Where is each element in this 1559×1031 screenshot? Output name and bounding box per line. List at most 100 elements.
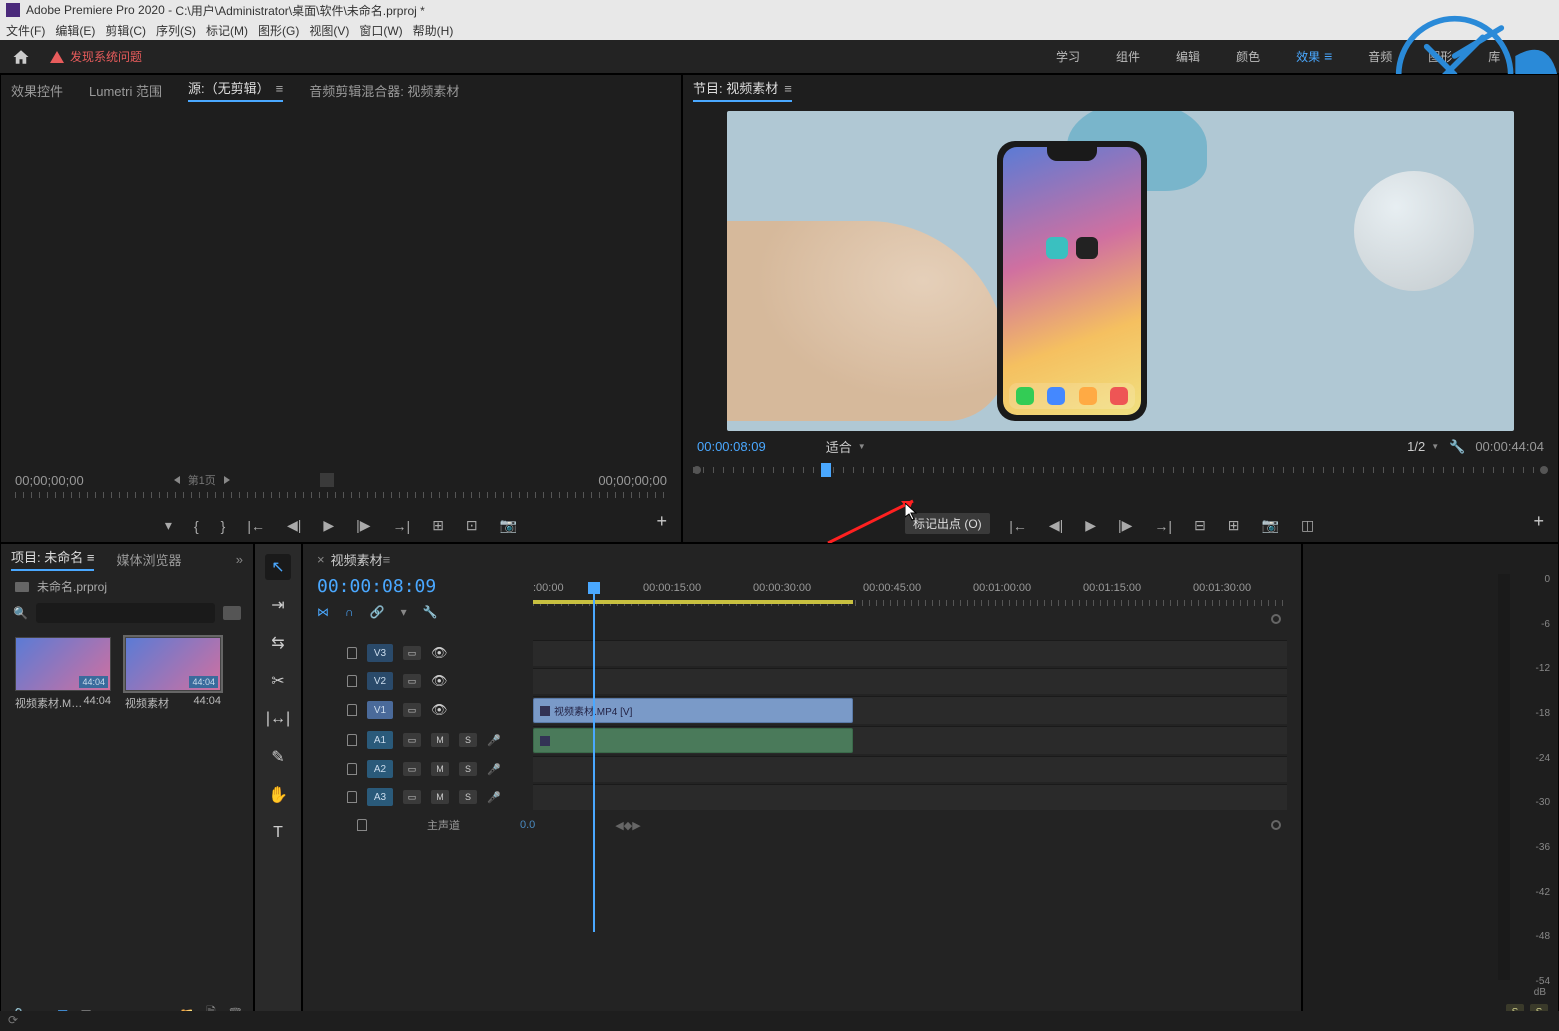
keyframe-icon[interactable]: ◀◆▶	[615, 819, 640, 832]
source-add-button-icon[interactable]: +	[656, 511, 667, 532]
menu-clip[interactable]: 剪辑(C)	[105, 22, 146, 39]
lock-icon[interactable]	[347, 791, 357, 803]
source-scrubber[interactable]	[15, 492, 667, 498]
sync-lock-icon[interactable]: ▭	[403, 703, 421, 717]
eye-icon[interactable]: 👁	[431, 673, 448, 689]
sync-lock-icon[interactable]: ▭	[403, 790, 421, 804]
prog-goto-in-icon[interactable]: |←	[1009, 518, 1027, 534]
menu-help[interactable]: 帮助(H)	[413, 22, 454, 39]
mute-toggle[interactable]: M	[431, 762, 449, 776]
export-frame-icon[interactable]: 📷	[500, 517, 517, 534]
program-add-button-icon[interactable]: +	[1533, 511, 1544, 532]
prog-extract-icon[interactable]: ⊞	[1228, 517, 1240, 534]
prog-step-back-icon[interactable]: ◀|	[1049, 517, 1063, 534]
program-scrubber[interactable]	[693, 463, 1548, 477]
prog-lift-icon[interactable]: ⊟	[1194, 517, 1206, 534]
tl-settings-icon[interactable]: 🔧	[423, 605, 438, 619]
track-select-tool-icon[interactable]: ⇥	[265, 592, 291, 618]
mark-out-icon[interactable]: }	[221, 518, 226, 534]
eye-icon[interactable]: 👁	[431, 702, 448, 718]
menu-window[interactable]: 窗口(W)	[359, 22, 402, 39]
slip-tool-icon[interactable]: |↔|	[265, 706, 291, 732]
filter-icon[interactable]	[223, 606, 241, 620]
mute-toggle[interactable]: M	[431, 733, 449, 747]
program-tc[interactable]: 00:00:08:09	[697, 439, 766, 454]
source-tc-in[interactable]: 00;00;00;00	[15, 473, 84, 488]
sync-lock-icon[interactable]: ▭	[403, 762, 421, 776]
hand-tool-icon[interactable]: ✋	[265, 782, 291, 808]
program-playhead[interactable]	[821, 463, 831, 477]
work-area-bar[interactable]	[533, 600, 853, 604]
tab-project[interactable]: 项目: 未命名 ≡	[11, 547, 94, 571]
voice-icon[interactable]: 🎤	[487, 791, 501, 804]
ws-editing[interactable]: 编辑	[1176, 48, 1200, 65]
lock-icon[interactable]	[347, 734, 357, 746]
prog-goto-out-icon[interactable]: →|	[1154, 518, 1172, 534]
type-tool-icon[interactable]: T	[265, 820, 291, 846]
linked-sel-icon[interactable]: 🔗	[370, 605, 385, 619]
system-warning[interactable]: 发现系统问题	[50, 48, 142, 65]
tabs-overflow-icon[interactable]: »	[236, 552, 243, 567]
fit-dropdown[interactable]: 适合▼	[826, 437, 866, 456]
source-toggle-icon[interactable]	[320, 473, 334, 487]
prog-play-icon[interactable]: ▶	[1085, 517, 1096, 534]
lock-icon[interactable]	[347, 675, 357, 687]
timeline-ruler[interactable]: :00:00 00:00:15:00 00:00:30:00 00:00:45:…	[533, 582, 1287, 610]
bin-item-0[interactable]: 44:04 视频素材.M…44:04	[15, 637, 111, 711]
prog-export-frame-icon[interactable]: 📷	[1262, 517, 1279, 534]
menu-view[interactable]: 视图(V)	[309, 22, 349, 39]
settings-wrench-icon[interactable]: 🔧	[1449, 439, 1465, 455]
prog-compare-icon[interactable]: ◫	[1301, 517, 1314, 534]
zoom-dropdown[interactable]: 1/2▼	[1407, 439, 1439, 454]
solo-toggle[interactable]: S	[459, 790, 477, 804]
ripple-edit-tool-icon[interactable]: ⇆	[265, 630, 291, 656]
goto-in-icon[interactable]: |←	[247, 518, 265, 534]
goto-out-icon[interactable]: →|	[393, 518, 411, 534]
ws-library[interactable]: 库	[1488, 48, 1500, 65]
video-clip[interactable]: 视频素材.MP4 [V]	[533, 698, 853, 723]
prog-step-fwd-icon[interactable]: |▶	[1118, 517, 1132, 534]
menu-sequence[interactable]: 序列(S)	[156, 22, 196, 39]
mark-in-icon[interactable]: {	[194, 518, 199, 534]
razor-tool-icon[interactable]: ✂	[265, 668, 291, 694]
tab-media-browser[interactable]: 媒体浏览器	[116, 550, 181, 569]
ws-audio[interactable]: 音频	[1368, 48, 1392, 65]
lock-icon[interactable]	[347, 704, 357, 716]
track-expand-icon[interactable]	[1271, 614, 1281, 624]
solo-toggle[interactable]: S	[459, 733, 477, 747]
marker-add-icon[interactable]: ▾	[401, 605, 407, 619]
pager-next-icon[interactable]	[224, 476, 230, 484]
menu-file[interactable]: 文件(F)	[6, 22, 45, 39]
ws-effects[interactable]: 效果≡	[1296, 48, 1332, 65]
mute-toggle[interactable]: M	[431, 790, 449, 804]
workspace-overflow-icon[interactable]: »	[1540, 50, 1547, 64]
voice-icon[interactable]: 🎤	[487, 763, 501, 776]
lock-icon[interactable]	[357, 819, 367, 831]
search-input[interactable]	[36, 603, 215, 623]
menu-edit[interactable]: 编辑(E)	[55, 22, 95, 39]
home-icon[interactable]	[12, 48, 30, 66]
magnet-icon[interactable]: ∩	[345, 605, 354, 619]
timeline-tab[interactable]: 视频素材	[331, 550, 383, 569]
voice-icon[interactable]: 🎤	[487, 734, 501, 747]
insert-icon[interactable]: ⊞	[432, 517, 444, 534]
tab-lumetri[interactable]: Lumetri 范围	[89, 81, 162, 100]
source-pager[interactable]: 第1页	[174, 472, 230, 488]
step-fwd-icon[interactable]: |▶	[356, 517, 370, 534]
tab-program[interactable]: 节目: 视频素材≡	[693, 78, 792, 102]
solo-toggle[interactable]: S	[459, 762, 477, 776]
pen-tool-icon[interactable]: ✎	[265, 744, 291, 770]
lock-icon[interactable]	[347, 647, 357, 659]
eye-icon[interactable]: 👁	[431, 645, 448, 661]
tab-audio-mixer[interactable]: 音频剪辑混合器: 视频素材	[309, 81, 459, 100]
sync-lock-icon[interactable]: ▭	[403, 674, 421, 688]
ws-assembly[interactable]: 组件	[1116, 48, 1140, 65]
step-back-icon[interactable]: ◀|	[287, 517, 301, 534]
tab-effect-controls[interactable]: 效果控件	[11, 81, 63, 100]
track-expand-icon[interactable]	[1271, 820, 1281, 830]
overwrite-icon[interactable]: ⊡	[466, 517, 478, 534]
sync-lock-icon[interactable]: ▭	[403, 733, 421, 747]
marker-icon[interactable]: ▾	[165, 517, 172, 534]
audio-clip[interactable]	[533, 728, 853, 753]
timeline-playhead[interactable]	[593, 582, 595, 932]
